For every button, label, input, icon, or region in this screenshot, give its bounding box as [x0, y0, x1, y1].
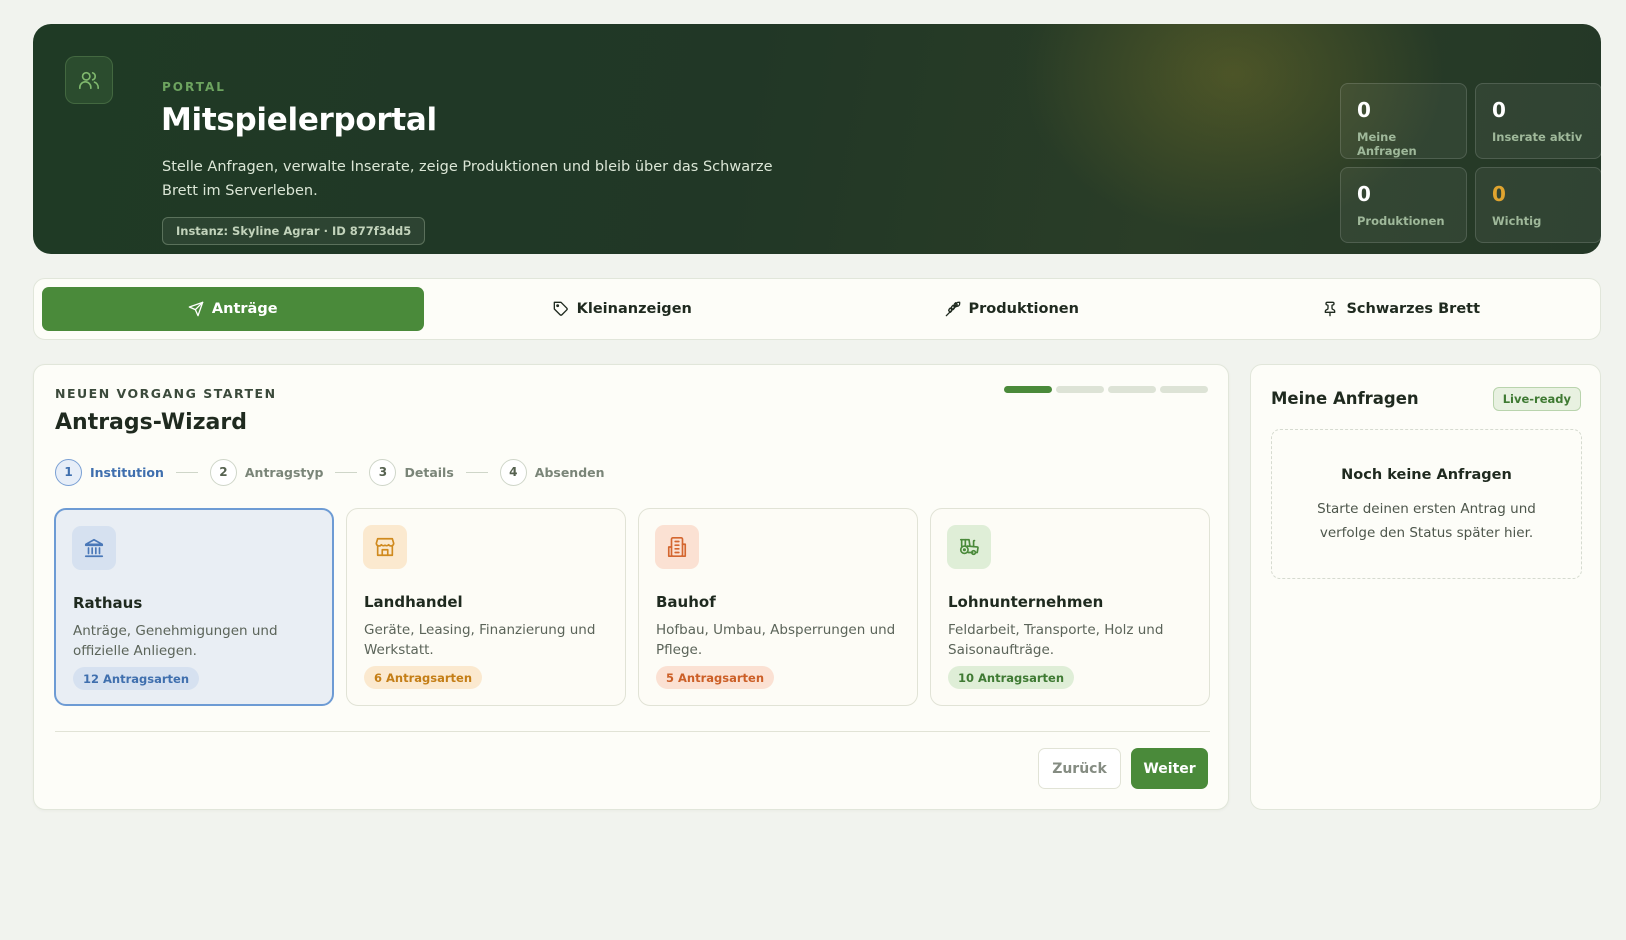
wizard-title: Antrags-Wizard [55, 410, 247, 435]
card-title: Bauhof [656, 593, 716, 611]
institution-cards: Rathaus Anträge, Genehmigungen und offiz… [54, 508, 1210, 706]
send-icon [188, 301, 204, 317]
step-number: 3 [369, 458, 397, 486]
wheat-icon [945, 301, 960, 317]
card-description: Anträge, Genehmigungen und offizielle An… [73, 623, 278, 659]
step-connector [335, 471, 358, 473]
live-ready-badge: Live-ready [1492, 387, 1581, 411]
card-badge: 10 Antragsarten [948, 666, 1075, 689]
step-number: 4 [499, 458, 527, 486]
office-building-icon [655, 525, 699, 569]
step-details[interactable]: 3 Details [369, 458, 454, 486]
stat-value: 0 [1357, 98, 1371, 122]
stat-label: Produktionen [1357, 214, 1445, 228]
card-badge: 12 Antragsarten [73, 667, 200, 690]
tab-label: Schwarzes Brett [1346, 301, 1481, 317]
step-antragstyp[interactable]: 2 Antragstyp [209, 458, 324, 486]
stat-active-listings: 0 Inserate aktiv [1475, 83, 1602, 159]
stat-label: Meine Anfragen [1357, 130, 1417, 158]
stat-label: Inserate aktiv [1492, 130, 1583, 144]
portal-header: PORTAL Mitspielerportal Stelle Anfragen,… [33, 24, 1602, 254]
progress-segment [1108, 386, 1156, 393]
building-columns-icon [72, 526, 116, 570]
stat-productions: 0 Produktionen [1340, 167, 1467, 243]
step-label: Absenden [534, 464, 605, 480]
empty-state: Noch keine Anfragen Starte deinen ersten… [1271, 429, 1582, 579]
empty-state-text: Starte deinen ersten Antrag und verfolge… [1317, 501, 1536, 541]
step-connector [465, 471, 488, 473]
tab-antraege[interactable]: Anträge [42, 287, 424, 331]
instance-badge: Instanz: Skyline Agrar · ID 877f3dd5 [162, 217, 426, 245]
tab-kleinanzeigen[interactable]: Kleinanzeigen [432, 287, 814, 331]
progress-segment [1004, 386, 1052, 393]
wizard-eyebrow: NEUEN VORGANG STARTEN [55, 386, 277, 401]
wizard-divider [55, 731, 1210, 732]
progress-segment [1160, 386, 1208, 393]
card-title: Landhandel [364, 593, 463, 611]
header-description: Stelle Anfragen, verwalte Inserate, zeig… [162, 159, 773, 199]
card-title: Rathaus [73, 594, 143, 612]
step-institution[interactable]: 1 Institution [55, 458, 164, 486]
main-tabs: Anträge Kleinanzeigen Produktionen Schwa… [33, 278, 1601, 340]
card-badge: 5 Antragsarten [656, 666, 775, 689]
step-label: Details [404, 464, 454, 480]
stat-value: 0 [1492, 182, 1506, 206]
card-description: Hofbau, Umbau, Absperrungen und Pflege. [656, 622, 896, 658]
tab-label: Kleinanzeigen [576, 301, 692, 317]
step-absenden[interactable]: 4 Absenden [499, 458, 605, 486]
step-connector [175, 471, 198, 473]
tractor-icon [947, 525, 991, 569]
pin-icon [1325, 301, 1336, 317]
institution-card-lohnunternehmen[interactable]: Lohnunternehmen Feldarbeit, Transporte, … [930, 508, 1210, 706]
stat-important: 0 Wichtig [1475, 167, 1602, 243]
empty-state-title: Noch keine Anfragen [1341, 467, 1512, 483]
my-requests-panel: Meine Anfragen Live-ready Noch keine Anf… [1250, 364, 1601, 810]
page-title: Mitspielerportal [161, 102, 437, 138]
next-button[interactable]: Weiter [1131, 748, 1208, 789]
step-label: Institution [90, 464, 164, 480]
tab-schwarzes-brett[interactable]: Schwarzes Brett [1211, 287, 1593, 331]
step-number: 2 [209, 458, 237, 486]
wizard-steps: 1 Institution 2 Antragstyp 3 Details 4 A… [55, 458, 605, 486]
back-button[interactable]: Zurück [1038, 748, 1121, 789]
card-badge: 6 Antragsarten [364, 666, 483, 689]
step-label: Antragstyp [244, 464, 324, 480]
stat-label: Wichtig [1492, 214, 1542, 228]
card-title: Lohnunternehmen [948, 593, 1104, 611]
panel-title: Meine Anfragen [1271, 389, 1419, 408]
tab-label: Produktionen [968, 301, 1079, 317]
institution-card-rathaus[interactable]: Rathaus Anträge, Genehmigungen und offiz… [54, 508, 334, 706]
card-description: Feldarbeit, Transporte, Holz und Saisona… [948, 622, 1164, 658]
tab-label: Anträge [211, 301, 278, 317]
store-icon [363, 525, 407, 569]
stats-grid: 0 Meine Anfragen 0 Inserate aktiv 0 Prod… [1340, 83, 1602, 243]
card-description: Geräte, Leasing, Finanzierung und Werkst… [364, 622, 596, 658]
progress-segment [1056, 386, 1104, 393]
step-number: 1 [55, 458, 82, 486]
institution-card-landhandel[interactable]: Landhandel Geräte, Leasing, Finanzierung… [346, 508, 626, 706]
tab-produktionen[interactable]: Produktionen [821, 287, 1203, 331]
users-icon [65, 56, 113, 104]
institution-card-bauhof[interactable]: Bauhof Hofbau, Umbau, Absperrungen und P… [638, 508, 918, 706]
wizard-progress [1004, 386, 1208, 393]
stat-value: 0 [1492, 98, 1506, 122]
stat-value: 0 [1357, 182, 1371, 206]
header-eyebrow: PORTAL [162, 80, 226, 94]
stat-my-requests: 0 Meine Anfragen [1340, 83, 1467, 159]
tag-icon [553, 301, 568, 316]
request-wizard: NEUEN VORGANG STARTEN Antrags-Wizard 1 I… [33, 364, 1229, 810]
